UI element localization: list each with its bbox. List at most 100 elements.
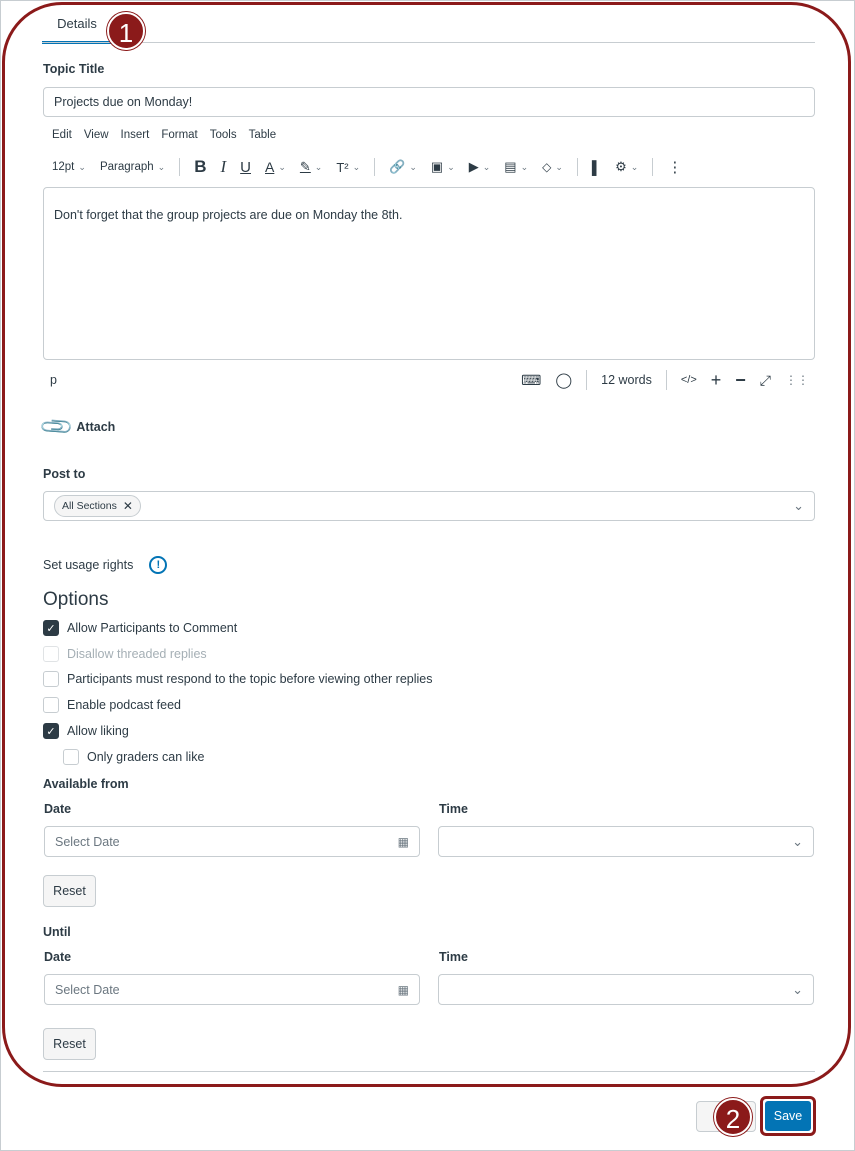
graders-like-label: Only graders can like <box>87 750 205 764</box>
allow-comment-label: Allow Participants to Comment <box>67 621 238 635</box>
checkmark-icon[interactable]: ✓ <box>43 723 59 739</box>
editor-statusbar: p ⌨ ◯ 12 words </> + − ⤢ ⋮⋮ <box>43 366 815 394</box>
podcast-option[interactable]: Enable podcast feed <box>43 697 181 713</box>
font-size-select[interactable]: 12pt ⌄ <box>52 161 86 173</box>
until-reset-button[interactable]: Reset <box>43 1028 96 1060</box>
zoom-out-icon[interactable]: − <box>735 370 746 391</box>
element-path[interactable]: p <box>50 373 57 387</box>
apps-button[interactable]: ⚙ ⌄ <box>615 159 638 175</box>
graders-like-option[interactable]: Only graders can like <box>63 749 204 765</box>
menu-tools[interactable]: Tools <box>210 129 237 141</box>
keyboard-icon[interactable]: ⌨ <box>521 372 541 389</box>
menu-insert[interactable]: Insert <box>121 129 150 141</box>
available-date-label: Date <box>44 802 72 816</box>
underline-button[interactable]: U <box>240 159 251 176</box>
text-color-button[interactable]: A ⌄ <box>265 159 286 175</box>
chevron-down-icon: ⌄ <box>482 161 491 172</box>
chevron-down-icon: ⌄ <box>792 981 803 997</box>
highlight-pen-icon: ✎ <box>299 159 311 174</box>
section-chip[interactable]: All Sections ✕ <box>54 495 141 517</box>
image-button[interactable]: ▣ ⌄ <box>431 159 455 175</box>
underline-icon: U <box>240 158 251 176</box>
checkbox <box>43 646 59 662</box>
menu-table[interactable]: Table <box>249 129 277 141</box>
step-badge-1: 1 <box>107 12 145 50</box>
disallow-threaded-label: Disallow threaded replies <box>67 647 207 661</box>
checkbox[interactable] <box>43 671 59 687</box>
footer-divider <box>43 1071 815 1072</box>
podcast-label: Enable podcast feed <box>67 698 181 712</box>
topic-title-input[interactable]: Projects due on Monday! <box>43 87 815 117</box>
editor-body[interactable]: Don't forget that the group projects are… <box>43 187 815 360</box>
checkmark-icon[interactable]: ✓ <box>43 620 59 636</box>
save-button[interactable]: Save <box>760 1096 816 1136</box>
usage-rights-info-icon[interactable]: ! <box>149 556 168 574</box>
menu-format[interactable]: Format <box>161 129 197 141</box>
allow-liking-option[interactable]: ✓ Allow liking <box>43 723 129 739</box>
allow-comment-option[interactable]: ✓ Allow Participants to Comment <box>43 620 237 636</box>
date-placeholder: Select Date <box>55 834 120 849</box>
status-divider <box>586 370 588 390</box>
post-to-select[interactable]: ⌄ <box>43 491 815 521</box>
until-date-input[interactable]: Select Date ▦ <box>44 974 420 1005</box>
italic-icon: I <box>220 157 227 176</box>
more-button[interactable]: ⋮ <box>667 158 682 176</box>
calendar-icon[interactable]: ▦ <box>398 983 409 997</box>
allow-liking-label: Allow liking <box>67 724 129 738</box>
editor-content: Don't forget that the group projects are… <box>54 208 403 222</box>
italic-button[interactable]: I <box>220 157 226 177</box>
menu-view[interactable]: View <box>84 129 109 141</box>
calendar-icon[interactable]: ▦ <box>398 835 409 849</box>
media-button[interactable]: ▶ ⌄ <box>469 159 491 175</box>
block-format-value: Paragraph <box>99 161 154 173</box>
until-heading: Until <box>43 925 71 939</box>
chevron-down-icon: ⌄ <box>314 161 323 172</box>
fullscreen-icon[interactable]: ⤢ <box>760 372 771 389</box>
chevron-down-icon: ⌄ <box>520 161 529 172</box>
plug-icon: ⚙ <box>615 159 627 174</box>
superscript-icon: T² <box>336 159 349 175</box>
html-editor-icon[interactable]: </> <box>681 374 697 386</box>
link-button[interactable]: 🔗 ⌄ <box>389 159 417 175</box>
highlight-button[interactable]: ✎ ⌄ <box>300 159 322 175</box>
tab-details[interactable]: Details <box>42 14 112 44</box>
must-respond-option[interactable]: Participants must respond to the topic b… <box>43 671 432 687</box>
checkbox[interactable] <box>63 749 79 765</box>
until-time-select[interactable]: ⌄ <box>438 974 814 1005</box>
format-painter-button[interactable]: ▌ <box>592 160 601 175</box>
chevron-down-icon: ⌄ <box>792 833 803 849</box>
paint-icon: ▌ <box>591 159 602 175</box>
options-heading: Options <box>43 589 109 610</box>
chevron-down-icon: ⌄ <box>157 161 166 172</box>
available-from-heading: Available from <box>43 777 129 791</box>
chevron-down-icon: ⌄ <box>352 161 361 172</box>
chevron-down-icon: ⌄ <box>555 161 563 172</box>
superscript-button[interactable]: T² ⌄ <box>336 160 360 175</box>
available-time-select[interactable]: ⌄ <box>438 826 814 857</box>
step-badge-2: 2 <box>714 1098 752 1136</box>
accessibility-icon[interactable]: ◯ <box>555 371 572 389</box>
menu-edit[interactable]: Edit <box>52 129 72 141</box>
equation-button[interactable]: ◇ ⌄ <box>542 160 563 174</box>
zoom-in-icon[interactable]: + <box>711 370 722 391</box>
must-respond-label: Participants must respond to the topic b… <box>67 672 433 686</box>
remove-chip-icon[interactable]: ✕ <box>123 499 133 513</box>
toolbar-divider <box>374 158 376 176</box>
shapes-icon: ◇ <box>542 160 552 174</box>
block-format-select[interactable]: Paragraph ⌄ <box>100 161 165 173</box>
save-button-label: Save <box>765 1101 811 1131</box>
chevron-down-icon: ⌄ <box>447 161 455 172</box>
checkbox[interactable] <box>43 697 59 713</box>
available-reset-button[interactable]: Reset <box>43 875 96 907</box>
bold-button[interactable]: B <box>194 157 206 177</box>
post-to-label: Post to <box>43 467 86 481</box>
document-button[interactable]: ▤ ⌄ <box>504 159 528 175</box>
resize-handle-icon[interactable]: ⋮⋮ <box>785 373 809 387</box>
topic-title-value: Projects due on Monday! <box>54 95 193 109</box>
available-date-input[interactable]: Select Date ▦ <box>44 826 420 857</box>
attach-button[interactable]: 📎 Attach <box>38 408 115 445</box>
topic-title-label: Topic Title <box>43 62 105 76</box>
tab-divider <box>42 42 815 43</box>
chip-label: All Sections <box>62 500 117 512</box>
word-count[interactable]: 12 words <box>601 373 652 387</box>
